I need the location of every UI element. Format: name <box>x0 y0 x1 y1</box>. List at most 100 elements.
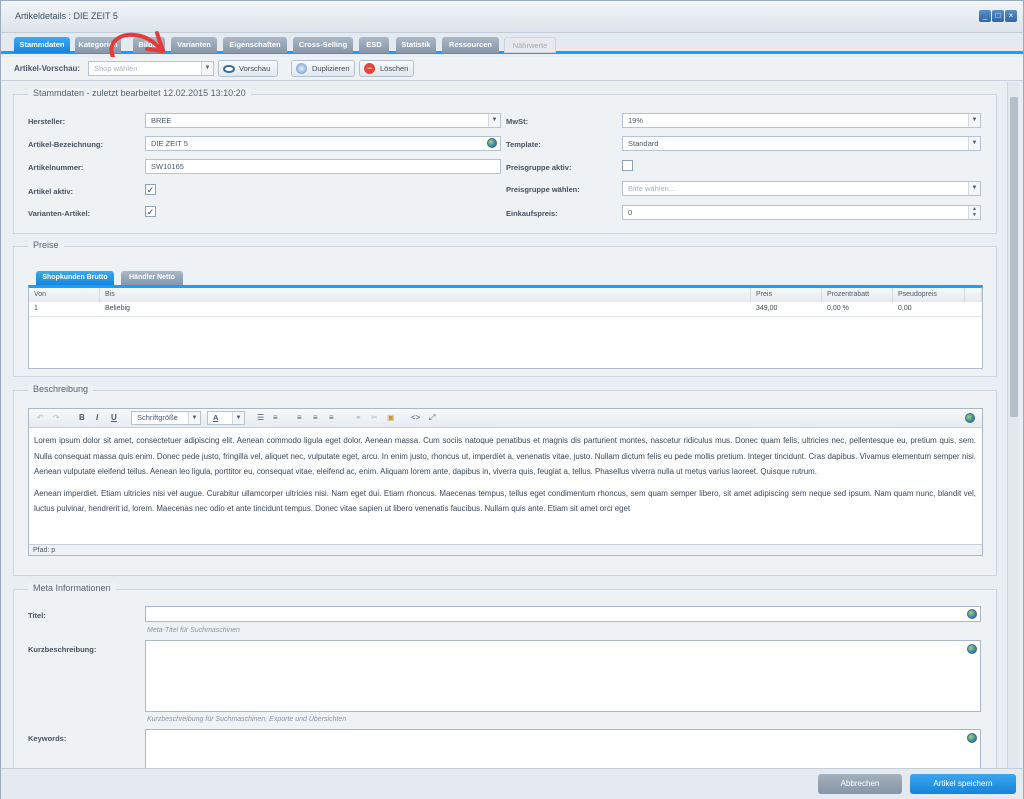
rich-text-editor[interactable]: ↶ ↷ B I U Schriftgröße ▼ A ▼ ☰ ≡ ≡ ≡ ≡ ⚭ ✂… <box>28 408 983 556</box>
cell-preis[interactable]: 349,00 <box>751 302 777 316</box>
chevron-down-icon[interactable]: ▼ <box>968 182 980 195</box>
underline-icon[interactable]: U <box>111 413 117 422</box>
save-article-button[interactable]: Artikel speichern <box>910 774 1016 794</box>
scrollbar-thumb[interactable] <box>1010 97 1018 417</box>
bezeichnung-input[interactable]: DIE ZEIT 5 <box>145 136 501 151</box>
translation-globe-icon[interactable] <box>967 644 977 654</box>
artikel-aktiv-checkbox[interactable]: ✓ <box>145 184 156 195</box>
tab-esd[interactable]: ESD <box>359 37 389 53</box>
cancel-button[interactable]: Abbrechen <box>818 774 902 794</box>
hersteller-label: Hersteller: <box>28 117 66 126</box>
media-icon[interactable]: ▣ <box>387 413 395 422</box>
chevron-down-icon[interactable]: ▼ <box>488 114 500 127</box>
translation-globe-icon[interactable] <box>967 733 977 743</box>
tab-eigenschaften[interactable]: Eigenschaften <box>223 37 287 53</box>
tab-shopkunden-brutto[interactable]: Shopkunden Brutto <box>36 271 114 285</box>
redo-icon[interactable]: ↷ <box>53 413 60 422</box>
delete-button[interactable]: − Löschen <box>359 60 414 77</box>
numbered-list-icon[interactable]: ≡ <box>273 413 278 422</box>
cell-pseudopreis[interactable]: 0,00 <box>893 302 912 316</box>
maximize-icon[interactable]: □ <box>992 10 1004 22</box>
chevron-down-icon[interactable]: ▼ <box>201 62 213 75</box>
align-center-icon[interactable]: ≡ <box>313 413 318 422</box>
einkaufspreis-label: Einkaufspreis: <box>506 209 558 218</box>
bullet-list-icon[interactable]: ☰ <box>257 413 264 422</box>
preview-toolbar: Artikel-Vorschau: Shop wählen ▼ Vorschau… <box>1 57 1023 81</box>
description-paragraph: Lorem ipsum dolor sit amet, consectetuer… <box>34 436 976 477</box>
artikelnummer-label: Artikelnummer: <box>28 163 84 172</box>
tab-statistik[interactable]: Statistik <box>396 37 436 53</box>
align-right-icon[interactable]: ≡ <box>329 413 334 422</box>
tab-varianten[interactable]: Varianten <box>171 37 217 53</box>
tab-naehrwerte: Nährwerte <box>504 37 556 53</box>
preview-button[interactable]: Vorschau <box>218 60 278 77</box>
delete-button-label: Löschen <box>380 64 409 73</box>
hersteller-select[interactable]: BREE ▼ <box>145 113 501 128</box>
tab-bar: Stammdaten Kategorien Bilder Varianten E… <box>1 31 1023 59</box>
meta-title-label: Titel: <box>28 611 46 620</box>
editor-content[interactable]: Lorem ipsum dolor sit amet, consectetuer… <box>34 433 976 523</box>
minimize-icon[interactable]: _ <box>979 10 991 22</box>
mwst-label: MwSt: <box>506 117 529 126</box>
tab-ressourcen[interactable]: Ressourcen <box>442 37 499 53</box>
varianten-artikel-checkbox[interactable]: ✓ <box>145 206 156 217</box>
duplicate-icon <box>296 63 307 74</box>
preise-fieldset: Preise Shopkunden Brutto Händler Netto V… <box>13 240 997 377</box>
footer-bar: Abbrechen Artikel speichern <box>1 768 1023 799</box>
translation-globe-icon[interactable] <box>967 609 977 619</box>
spinner-icon[interactable]: ▲ ▼ <box>968 206 980 219</box>
undo-icon[interactable]: ↶ <box>37 413 44 422</box>
tab-stammdaten[interactable]: Stammdaten <box>14 37 70 53</box>
cell-bis[interactable]: Beliebig <box>100 302 130 316</box>
kurzbeschreibung-textarea[interactable] <box>145 640 981 712</box>
italic-icon[interactable]: I <box>96 413 98 422</box>
keywords-label: Keywords: <box>28 734 67 743</box>
keywords-textarea[interactable] <box>145 729 981 768</box>
mwst-value: 19% <box>628 116 644 125</box>
tab-cross-selling[interactable]: Cross-Selling <box>293 37 353 53</box>
translation-globe-icon[interactable] <box>487 138 497 148</box>
column-header-prozentrabatt[interactable]: Prozentrabatt <box>822 288 893 302</box>
column-header-preis[interactable]: Preis <box>751 288 822 302</box>
source-code-icon[interactable]: <> <box>411 413 420 422</box>
beschreibung-legend: Beschreibung <box>28 384 94 394</box>
meta-title-input[interactable] <box>145 606 981 622</box>
align-left-icon[interactable]: ≡ <box>297 413 302 422</box>
column-header-bis[interactable]: Bis <box>100 288 751 302</box>
cell-von[interactable]: 1 <box>29 302 38 316</box>
price-grid: Von Bis Preis Prozentrabatt Pseudopreis … <box>28 285 983 369</box>
unlink-icon[interactable]: ✂ <box>371 413 378 422</box>
link-icon[interactable]: ⚭ <box>355 413 362 422</box>
bold-icon[interactable]: B <box>79 413 85 422</box>
shop-select[interactable]: Shop wählen ▼ <box>88 61 214 76</box>
column-header-von[interactable]: Von <box>29 288 100 302</box>
artikelnummer-input[interactable]: SW10165 <box>145 159 501 174</box>
einkaufspreis-input[interactable]: 0 ▲ ▼ <box>622 205 981 220</box>
chevron-down-icon[interactable]: ▼ <box>968 137 980 150</box>
hersteller-value: BREE <box>151 116 172 125</box>
font-color-select[interactable]: A ▼ <box>207 411 245 425</box>
preisgruppe-aktiv-label: Preisgruppe aktiv: <box>506 163 572 172</box>
column-header-spacer <box>965 288 982 302</box>
chevron-down-icon[interactable]: ▼ <box>232 412 244 424</box>
beschreibung-fieldset: Beschreibung ↶ ↷ B I U Schriftgröße ▼ A ▼ … <box>13 384 997 576</box>
template-select[interactable]: Standard ▼ <box>622 136 981 151</box>
preisgruppe-aktiv-checkbox[interactable] <box>622 160 633 171</box>
vertical-scrollbar[interactable] <box>1007 82 1019 768</box>
chevron-down-icon[interactable]: ▼ <box>968 114 980 127</box>
cell-prozentrabatt[interactable]: 0,00 % <box>822 302 849 316</box>
duplicate-button[interactable]: Duplizieren <box>291 60 355 77</box>
translation-globe-icon[interactable] <box>965 413 975 423</box>
window-title: Artikeldetails : DIE ZEIT 5 <box>15 11 118 21</box>
close-icon[interactable]: × <box>1005 10 1017 22</box>
tab-haendler-netto[interactable]: Händler Netto <box>121 271 183 285</box>
column-header-pseudopreis[interactable]: Pseudopreis <box>893 288 965 302</box>
mwst-select[interactable]: 19% ▼ <box>622 113 981 128</box>
font-size-select[interactable]: Schriftgröße ▼ <box>131 411 201 425</box>
chevron-down-icon[interactable]: ▼ <box>188 412 200 424</box>
fullscreen-icon[interactable]: ⤢ <box>429 413 435 423</box>
eye-icon <box>223 65 235 73</box>
meta-legend: Meta Informationen <box>28 583 116 593</box>
preisgruppe-select[interactable]: Bitte wählen... ▼ <box>622 181 981 196</box>
table-row[interactable]: 1 Beliebig 349,00 0,00 % 0,00 <box>29 302 982 317</box>
